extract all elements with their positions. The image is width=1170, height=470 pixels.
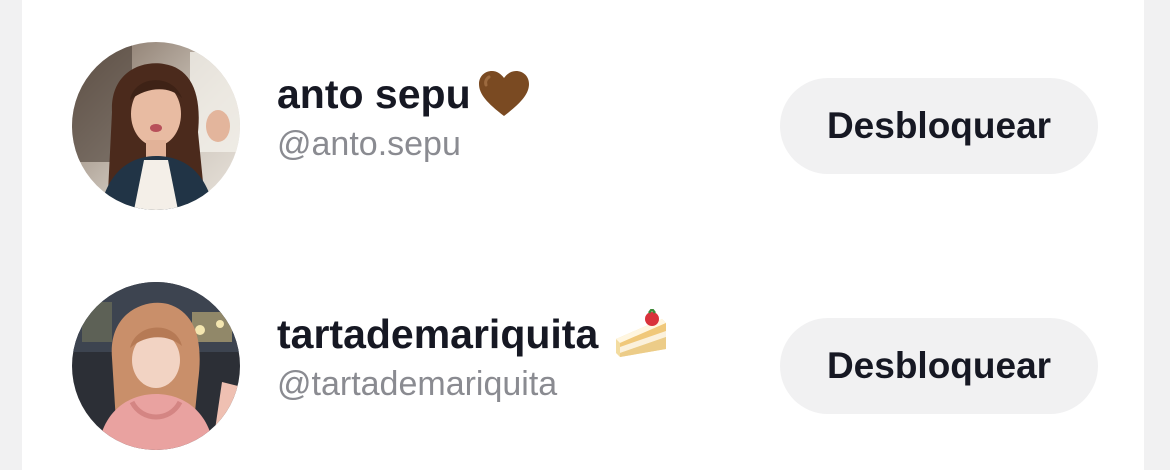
avatar[interactable]: [72, 282, 240, 450]
blocked-account-row: anto sepu @anto.sepu Desbloquear: [22, 40, 1144, 210]
username-handle: @anto.sepu: [277, 125, 461, 163]
blocked-accounts-list: anto sepu @anto.sepu Desbloquear tartade…: [22, 0, 1144, 470]
unblock-button[interactable]: Desbloquear: [780, 318, 1098, 414]
shortcake-icon: [612, 309, 670, 359]
display-name-text: tartademariquita: [277, 311, 599, 357]
display-name: tartademariquita: [277, 308, 670, 360]
unblock-button[interactable]: Desbloquear: [780, 78, 1098, 174]
username-handle: @tartademariquita: [277, 365, 558, 403]
display-name: anto sepu: [277, 68, 531, 120]
blocked-account-row: tartademariquita @tartademariquita Desbl…: [22, 280, 1144, 450]
account-info: anto sepu @anto.sepu: [277, 68, 531, 166]
account-info: tartademariquita @tartademariquita: [277, 308, 670, 406]
brown-heart-icon: [477, 69, 531, 119]
avatar[interactable]: [72, 42, 240, 210]
display-name-text: anto sepu: [277, 71, 471, 117]
